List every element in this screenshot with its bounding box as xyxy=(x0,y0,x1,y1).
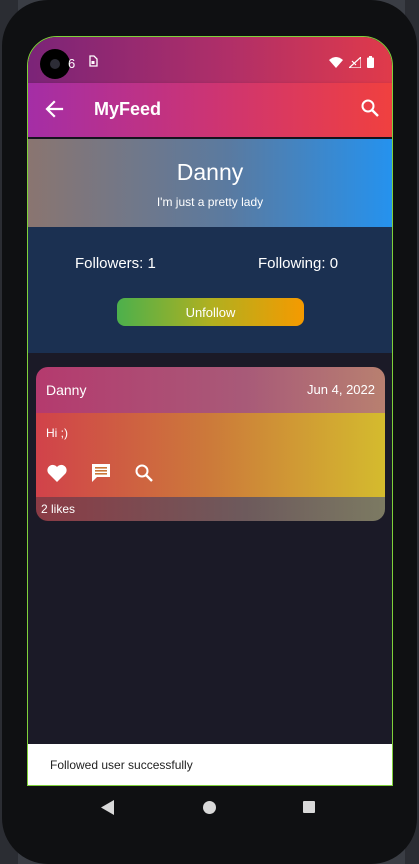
phone-frame: 6 MyFeed Danny I'm just a pretty lady Fo… xyxy=(2,0,417,864)
app-title: MyFeed xyxy=(94,99,162,119)
profile-bio: I'm just a pretty lady xyxy=(156,195,264,209)
post-likes: 2 likes xyxy=(41,502,76,516)
status-icons xyxy=(329,55,374,73)
arrow-back-icon[interactable] xyxy=(44,99,64,124)
post-actions xyxy=(46,463,154,488)
post-date: Jun 4, 2022 xyxy=(307,382,375,397)
heart-icon[interactable] xyxy=(46,463,68,488)
battery-icon xyxy=(367,55,374,73)
profile-header: Danny I'm just a pretty lady xyxy=(28,139,392,227)
camera-cutout xyxy=(40,49,70,79)
sim-card-icon xyxy=(88,55,98,70)
search-icon[interactable] xyxy=(360,98,380,123)
post-text: Hi ;) xyxy=(46,426,68,440)
followers-count[interactable]: Followers: 1 xyxy=(75,255,156,272)
snackbar-message: Followed user successfully xyxy=(50,758,193,772)
post-author[interactable]: Danny xyxy=(46,382,86,398)
app-bar: MyFeed xyxy=(28,83,392,137)
post-likes-bar: 2 likes xyxy=(36,497,385,521)
search-icon[interactable] xyxy=(134,463,154,488)
status-bar: 6 xyxy=(28,37,392,83)
profile-stats: Followers: 1 Following: 0 Unfollow xyxy=(28,227,392,353)
snackbar: Followed user successfully xyxy=(28,744,392,785)
nav-recents-icon[interactable] xyxy=(303,801,315,813)
post-header: Danny Jun 4, 2022 xyxy=(36,367,385,413)
unfollow-button[interactable]: Unfollow xyxy=(117,298,304,326)
status-time: 6 xyxy=(68,56,76,71)
post-body: Hi ;) xyxy=(36,413,385,497)
system-nav-bar xyxy=(27,786,393,830)
following-count[interactable]: Following: 0 xyxy=(258,255,338,272)
nav-home-icon[interactable] xyxy=(203,801,216,814)
app-screen: 6 MyFeed Danny I'm just a pretty lady Fo… xyxy=(27,36,393,786)
nav-back-icon[interactable] xyxy=(101,800,115,820)
comment-icon[interactable] xyxy=(90,463,112,488)
wifi-icon xyxy=(329,55,343,73)
post-card: Danny Jun 4, 2022 Hi ;) 2 likes xyxy=(36,367,385,521)
profile-name: Danny xyxy=(176,159,244,185)
signal-icon xyxy=(347,55,362,73)
